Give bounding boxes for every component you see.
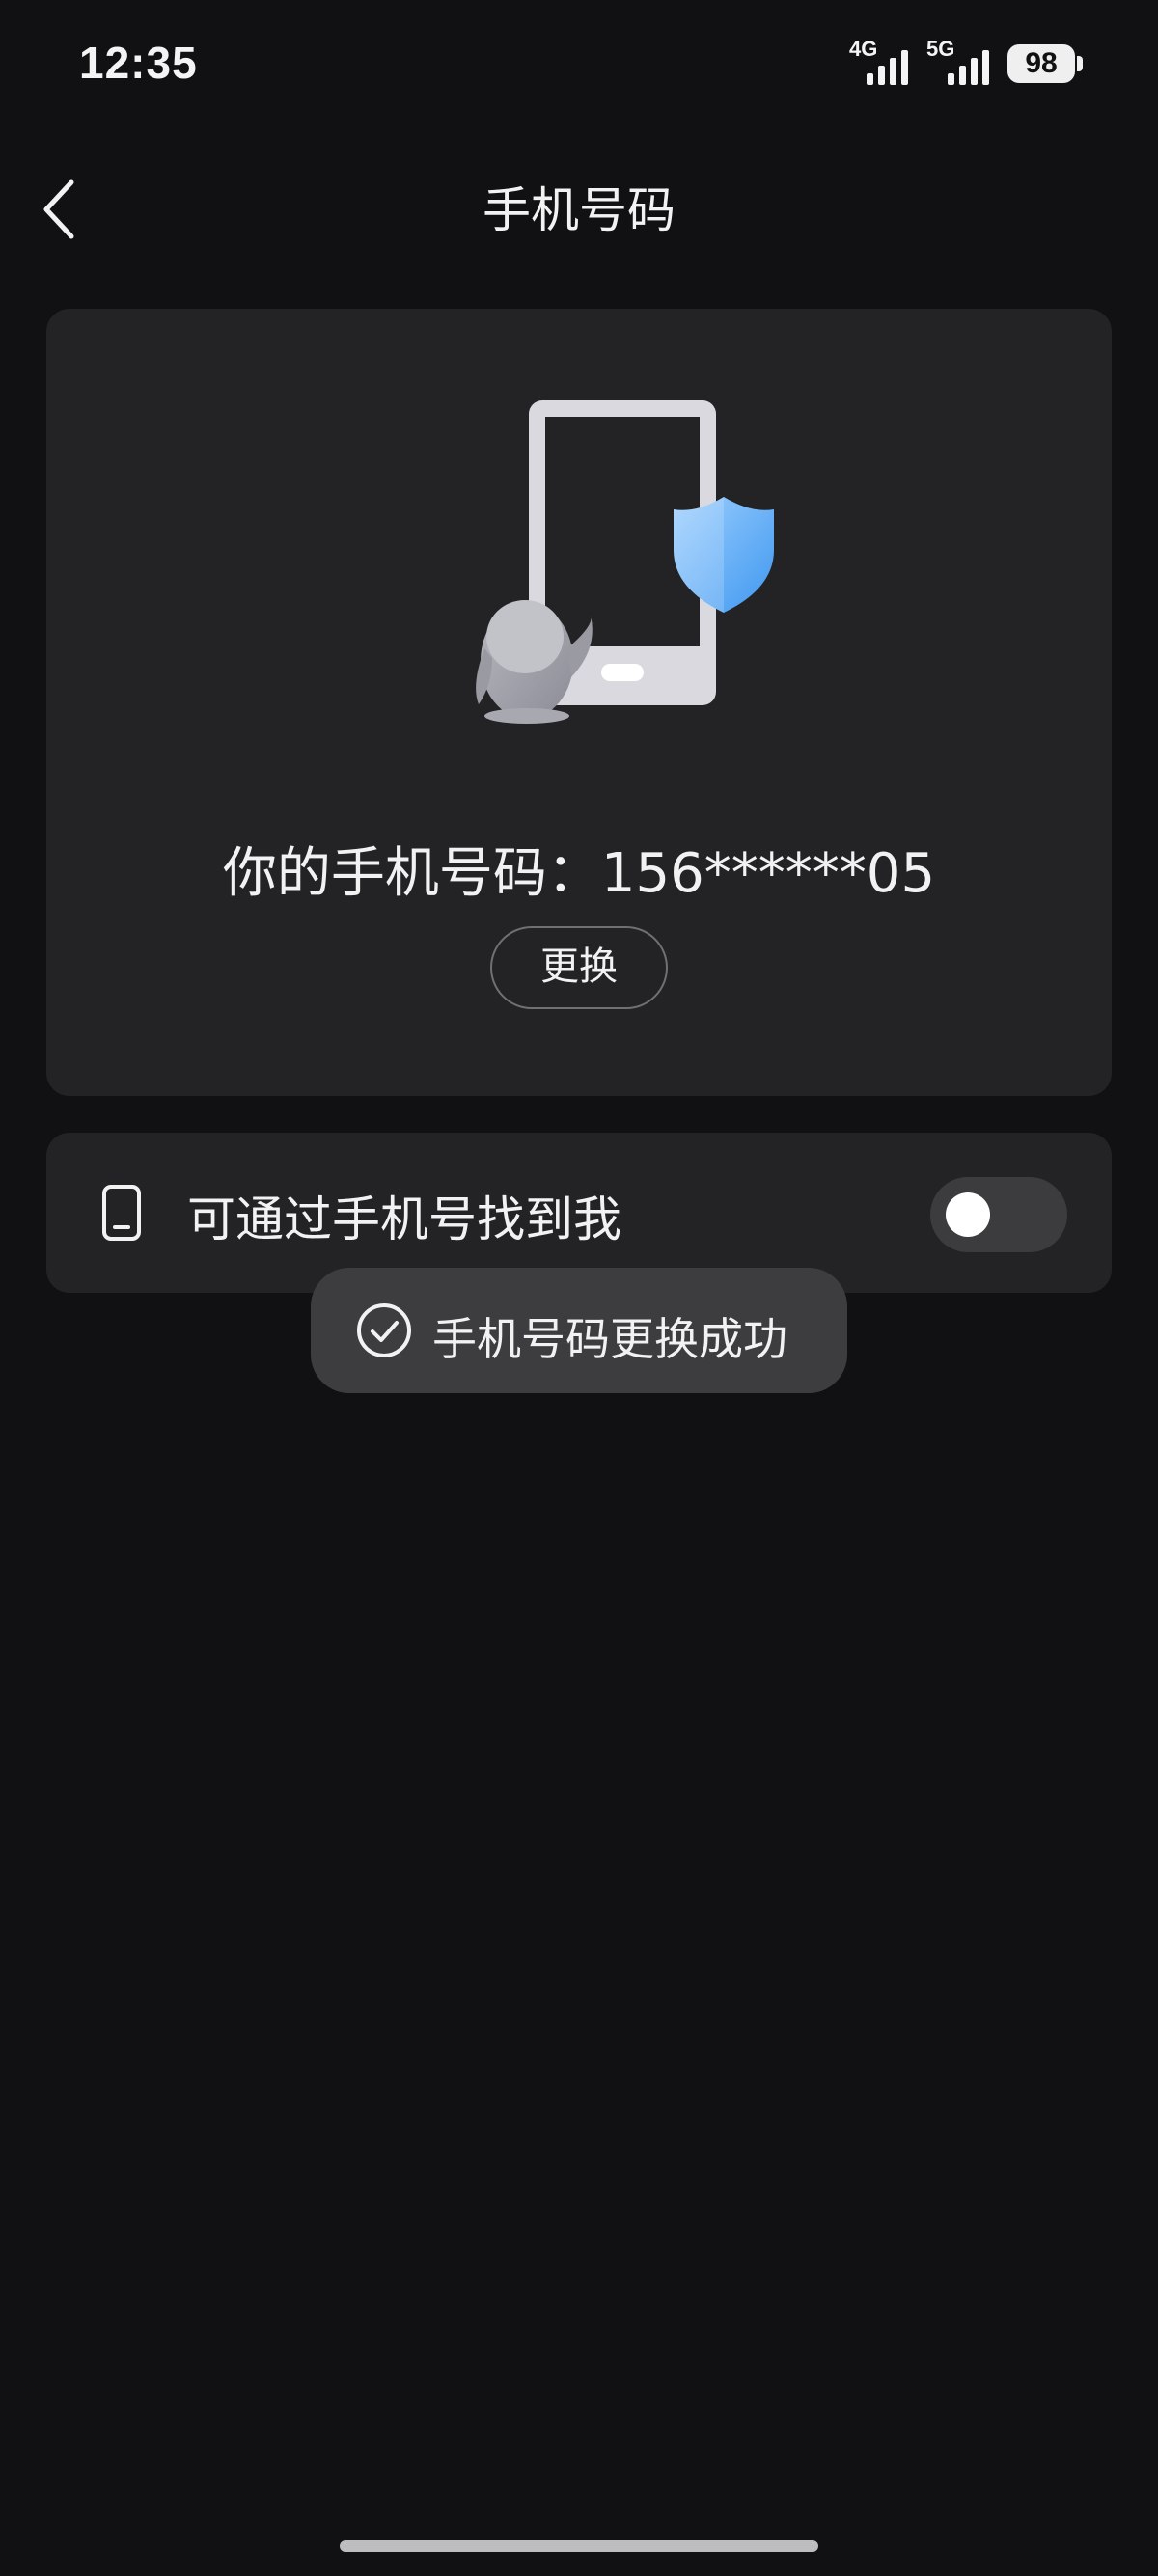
toggle-knob <box>946 1192 990 1237</box>
battery-icon: 98 <box>1007 44 1083 83</box>
home-indicator[interactable] <box>340 2540 818 2552</box>
success-toast: 手机号码更换成功 <box>311 1268 847 1393</box>
status-bar: 12:35 4G 5G 98 <box>0 0 1158 135</box>
change-number-button[interactable]: 更换 <box>490 926 668 1009</box>
battery-level: 98 <box>1025 47 1058 79</box>
status-time: 12:35 <box>79 38 198 88</box>
check-circle-icon <box>357 1303 411 1357</box>
signal-5g-icon: 5G <box>926 37 994 85</box>
phone-info-card: 你的手机号码：156******05 更换 <box>46 309 1112 1096</box>
find-me-toggle[interactable] <box>930 1177 1067 1252</box>
setting-label: 可通过手机号找到我 <box>187 1192 621 1247</box>
signal-4g-icon: 4G <box>849 37 908 85</box>
phone-outline-icon <box>102 1185 141 1241</box>
toast-text: 手机号码更换成功 <box>432 1313 787 1365</box>
page-title: 手机号码 <box>482 182 676 238</box>
phone-number-screen: 12:35 4G 5G 98 手机号码 你的手机号码：156******05 更… <box>0 0 1158 2576</box>
network-label-5g: 5G <box>926 37 955 61</box>
phone-security-illustration <box>471 396 780 733</box>
network-label-4g: 4G <box>849 37 878 61</box>
phone-number-text: 你的手机号码：156******05 <box>222 842 936 905</box>
